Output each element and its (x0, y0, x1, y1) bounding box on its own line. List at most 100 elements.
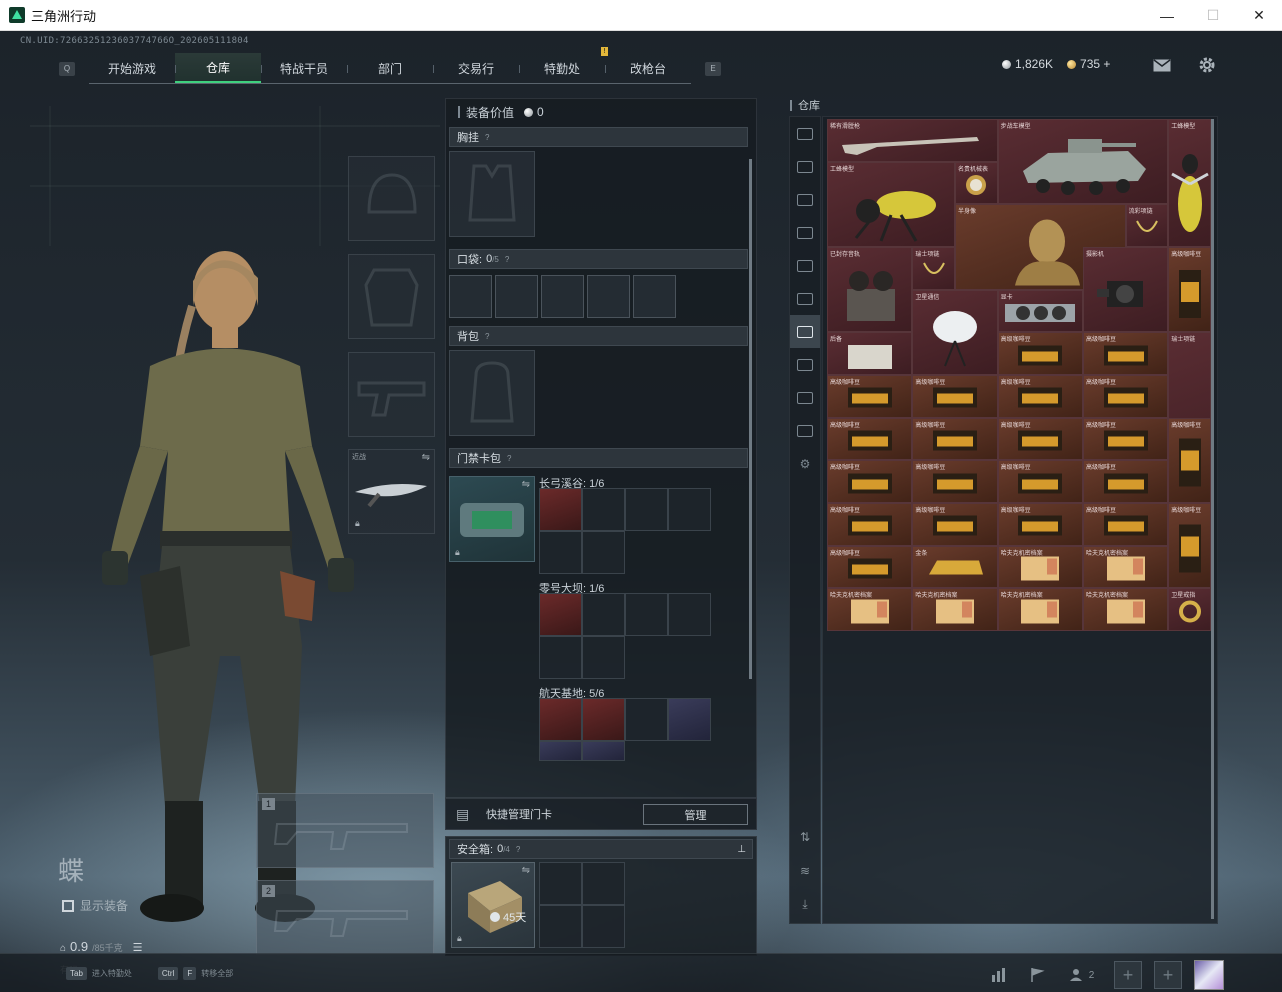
tab-all-items[interactable] (790, 117, 820, 150)
keycard-slot[interactable] (625, 488, 668, 531)
warehouse-item[interactable]: 步战车模型 (997, 119, 1169, 205)
warehouse-item[interactable]: 流彩项链 (1125, 204, 1169, 247)
warehouse-item[interactable]: 高级咖啡豆 (912, 417, 998, 461)
keycard-slot[interactable] (582, 636, 625, 679)
pocket-slot[interactable] (633, 275, 676, 318)
pocket-slot[interactable] (541, 275, 584, 318)
warehouse-item[interactable]: 高级咖啡豆 (997, 374, 1083, 418)
warehouse-item[interactable]: 哈夫克机密档案 (997, 588, 1083, 631)
keycard-slot[interactable] (539, 636, 582, 679)
warehouse-item[interactable]: 高级咖啡豆 (912, 374, 998, 418)
melee-slot[interactable]: 近战 ⇋ 🔒︎ (348, 449, 435, 534)
keycard-item[interactable] (539, 488, 582, 531)
add-teammate-button[interactable]: + (1154, 961, 1182, 989)
keycard-slot[interactable] (582, 593, 625, 636)
tab-attachments[interactable] (790, 183, 820, 216)
tab-settings[interactable]: ⚙ (790, 447, 820, 480)
warehouse-item[interactable]: 高级咖啡豆 (827, 460, 913, 503)
tab-department[interactable]: 部门 (347, 53, 433, 83)
safe-slot[interactable] (582, 862, 625, 905)
keycard-item[interactable] (539, 741, 582, 761)
warehouse-scrollbar[interactable] (1211, 119, 1214, 919)
add-gold-button[interactable]: + (1103, 57, 1110, 71)
warehouse-item[interactable]: 高级咖啡豆 (1168, 417, 1211, 503)
keycard-slot[interactable] (668, 488, 711, 531)
warehouse-item[interactable]: 高级咖啡豆 (827, 417, 913, 461)
add-teammate-button[interactable]: + (1114, 961, 1142, 989)
nav-next-key[interactable]: E (705, 61, 721, 76)
keycard-item[interactable] (582, 741, 625, 761)
backpack-slot[interactable] (449, 350, 535, 436)
keycard-slot[interactable] (539, 531, 582, 574)
nav-prev-key[interactable]: Q (59, 61, 75, 76)
safe-box-item[interactable]: ⇋ 🔒︎ (451, 862, 535, 948)
tab-keys[interactable] (790, 348, 820, 381)
keycard-item[interactable] (539, 698, 582, 741)
warehouse-item[interactable]: 金条 (912, 545, 998, 589)
warehouse-item[interactable]: 高级咖啡豆 (1082, 460, 1169, 503)
hint-transfer-all[interactable]: Ctrl F 转移全部 (157, 966, 233, 980)
helmet-slot[interactable] (348, 156, 435, 241)
warehouse-item[interactable]: 已封存音轨 (827, 246, 913, 333)
expand-button[interactable]: ⤓ (790, 888, 820, 921)
warehouse-item[interactable]: 高级咖啡豆 (1082, 374, 1169, 418)
safe-slot[interactable] (539, 905, 582, 948)
pocket-slot[interactable] (495, 275, 538, 318)
minimize-button[interactable]: — (1144, 0, 1190, 31)
flag-icon[interactable] (1024, 962, 1050, 988)
warehouse-item[interactable]: 高级咖啡豆 (827, 374, 913, 418)
keycard-item[interactable] (582, 698, 625, 741)
tab-other[interactable] (790, 414, 820, 447)
gold-currency[interactable]: 735 + (1067, 57, 1110, 71)
warehouse-item[interactable]: 高级咖啡豆 (1082, 417, 1169, 461)
equipment-scroll-area[interactable]: 装备价值 0 胸挂? 口袋: 0 /5 ? 背包? 门禁卡包 ? ⇋ 🔒︎ 长弓… (445, 98, 757, 798)
swap-icon[interactable]: ⇋ (522, 865, 530, 876)
keycard-item[interactable] (539, 593, 582, 636)
tab-start-game[interactable]: 开始游戏 (89, 53, 175, 83)
warehouse-item[interactable]: 高级咖啡豆 (997, 332, 1083, 375)
tab-special-ops[interactable]: 特勤处! (519, 47, 608, 83)
help-icon[interactable]: ? (505, 255, 509, 264)
swap-icon[interactable]: ⇋ (422, 452, 430, 463)
warehouse-item[interactable]: 哈夫克机密档案 (997, 545, 1083, 589)
safe-slot[interactable] (539, 862, 582, 905)
tab-consumables[interactable] (790, 381, 820, 414)
warehouse-item[interactable]: 高级咖啡豆 (997, 417, 1083, 461)
warehouse-item[interactable]: 高级咖啡豆 (912, 502, 998, 546)
tab-warehouse[interactable]: 仓库 (175, 53, 261, 83)
keycard-slot[interactable] (625, 593, 668, 636)
player-avatar[interactable] (1194, 960, 1224, 990)
warehouse-item[interactable]: 工蜂模型 (827, 161, 955, 247)
silver-currency[interactable]: 1,826K (1002, 57, 1053, 71)
keycard-slot[interactable] (668, 593, 711, 636)
tab-gunsmith[interactable]: 改枪台 (605, 53, 691, 83)
warehouse-item[interactable]: 高级咖啡豆 (1168, 246, 1211, 333)
keycard-slot[interactable] (582, 488, 625, 531)
warehouse-item[interactable]: 卫星戒指 (1168, 588, 1211, 631)
armor-slot[interactable] (348, 254, 435, 339)
equipment-scrollbar[interactable] (749, 159, 752, 679)
warehouse-item[interactable]: 哈夫克机密档案 (1082, 545, 1169, 589)
tab-operators[interactable]: 特战干员 (261, 53, 347, 83)
warehouse-item[interactable]: 高级咖啡豆 (1082, 502, 1169, 546)
show-equipment-toggle[interactable]: 显示装备 (62, 897, 128, 914)
safe-slot[interactable] (582, 905, 625, 948)
warehouse-item[interactable]: 工蜂模型 (1168, 119, 1211, 247)
pocket-slot[interactable] (449, 275, 492, 318)
settings-gear-icon[interactable] (1197, 55, 1217, 75)
warehouse-item[interactable]: 哈夫克机密档案 (1082, 588, 1169, 631)
tab-weapons[interactable] (790, 150, 820, 183)
tab-armor[interactable] (790, 282, 820, 315)
mail-icon[interactable] (1152, 55, 1172, 75)
hint-enter-special-ops[interactable]: Tab 进入特勤处 (66, 966, 132, 980)
warehouse-item[interactable]: 高级咖啡豆 (912, 460, 998, 503)
warehouse-item[interactable]: 哈夫克机密档案 (827, 588, 913, 631)
warehouse-item[interactable]: 名贵机械表 (954, 161, 998, 205)
warehouse-item[interactable]: 稀有滑膛枪 (827, 119, 998, 162)
help-icon[interactable]: ? (485, 332, 489, 341)
tab-medical[interactable] (790, 249, 820, 282)
stack-button[interactable]: ≋ (790, 854, 820, 887)
close-button[interactable]: ✕ (1236, 0, 1282, 31)
warehouse-item[interactable]: 高级咖啡豆 (997, 460, 1083, 503)
pin-icon[interactable]: ⊥ (737, 844, 746, 855)
